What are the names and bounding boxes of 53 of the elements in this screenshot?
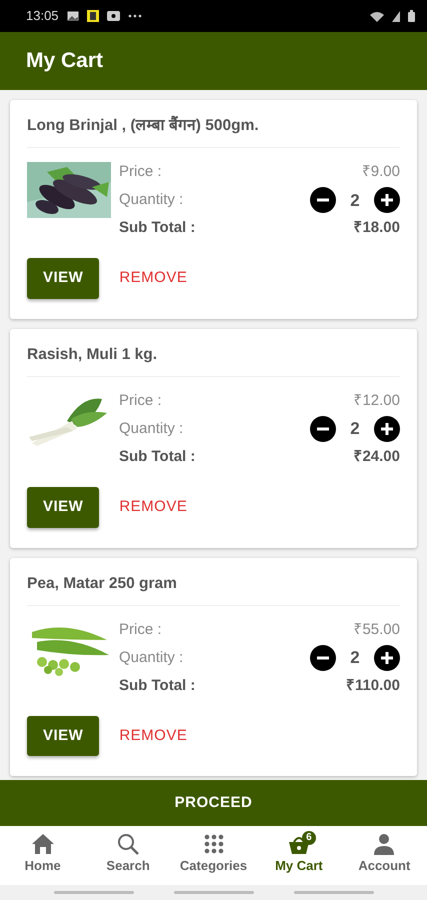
quantity-value: 2 bbox=[349, 190, 361, 212]
minus-button[interactable] bbox=[310, 187, 336, 214]
plus-button[interactable] bbox=[374, 187, 400, 214]
price-label: Price : bbox=[119, 620, 162, 640]
page-title: My Cart bbox=[26, 48, 104, 74]
nav-tab[interactable]: Home bbox=[0, 826, 86, 885]
price-value: ₹9.00 bbox=[362, 162, 400, 182]
view-button[interactable]: VIEW bbox=[27, 487, 100, 528]
subtotal-label: Sub Total : bbox=[119, 218, 196, 238]
price-value: ₹12.00 bbox=[353, 390, 400, 411]
quantity-value: 2 bbox=[349, 647, 361, 669]
subtotal-value: ₹24.00 bbox=[353, 446, 400, 467]
quantity-label: Quantity : bbox=[119, 418, 184, 439]
more-icon bbox=[128, 14, 142, 18]
minus-button[interactable] bbox=[310, 644, 336, 671]
nav-tab[interactable]: Account bbox=[342, 826, 427, 885]
plus-button[interactable] bbox=[374, 644, 400, 671]
price-label: Price : bbox=[119, 162, 162, 182]
search-icon bbox=[116, 832, 140, 856]
battery-icon bbox=[408, 10, 415, 22]
clock-time: 13:05 bbox=[26, 7, 59, 26]
subtotal-value: ₹18.00 bbox=[353, 218, 400, 238]
view-button[interactable]: VIEW bbox=[27, 258, 100, 299]
proceed-button[interactable]: PROCEED bbox=[0, 780, 427, 826]
quantity-value: 2 bbox=[349, 418, 361, 440]
remove-link[interactable]: REMOVE bbox=[115, 716, 192, 756]
quantity-label: Quantity : bbox=[119, 648, 184, 668]
price-value: ₹55.00 bbox=[353, 620, 400, 640]
product-name: Pea, Matar 250 gram bbox=[27, 572, 400, 606]
product-name: Long Brinjal , (लम्बा बैंगन) 500gm. bbox=[27, 114, 400, 148]
product-name: Rasish, Muli 1 kg. bbox=[27, 342, 400, 377]
home-icon bbox=[30, 832, 55, 856]
plus-button[interactable] bbox=[374, 416, 400, 442]
nav-tab[interactable]: My Cart 6 bbox=[256, 826, 342, 885]
app-icon bbox=[86, 10, 99, 22]
grid-icon bbox=[202, 832, 226, 856]
quantity-label: Quantity : bbox=[119, 190, 184, 210]
remove-link[interactable]: REMOVE bbox=[115, 487, 192, 528]
nav-tab[interactable]: Search bbox=[85, 826, 171, 885]
gallery-icon bbox=[66, 11, 79, 21]
person-icon bbox=[372, 832, 396, 856]
video-icon bbox=[106, 11, 120, 21]
minus-button[interactable] bbox=[310, 416, 336, 442]
cart-count-badge: 6 bbox=[302, 831, 316, 845]
subtotal-label: Sub Total : bbox=[119, 676, 196, 696]
wifi-icon bbox=[370, 10, 384, 22]
signal-icon bbox=[392, 10, 400, 22]
remove-link[interactable]: REMOVE bbox=[115, 258, 192, 299]
nav-tab[interactable]: Categories bbox=[170, 826, 256, 885]
view-button[interactable]: VIEW bbox=[27, 716, 100, 756]
subtotal-label: Sub Total : bbox=[119, 446, 196, 467]
subtotal-value: ₹110.00 bbox=[346, 676, 400, 696]
price-label: Price : bbox=[119, 390, 162, 411]
